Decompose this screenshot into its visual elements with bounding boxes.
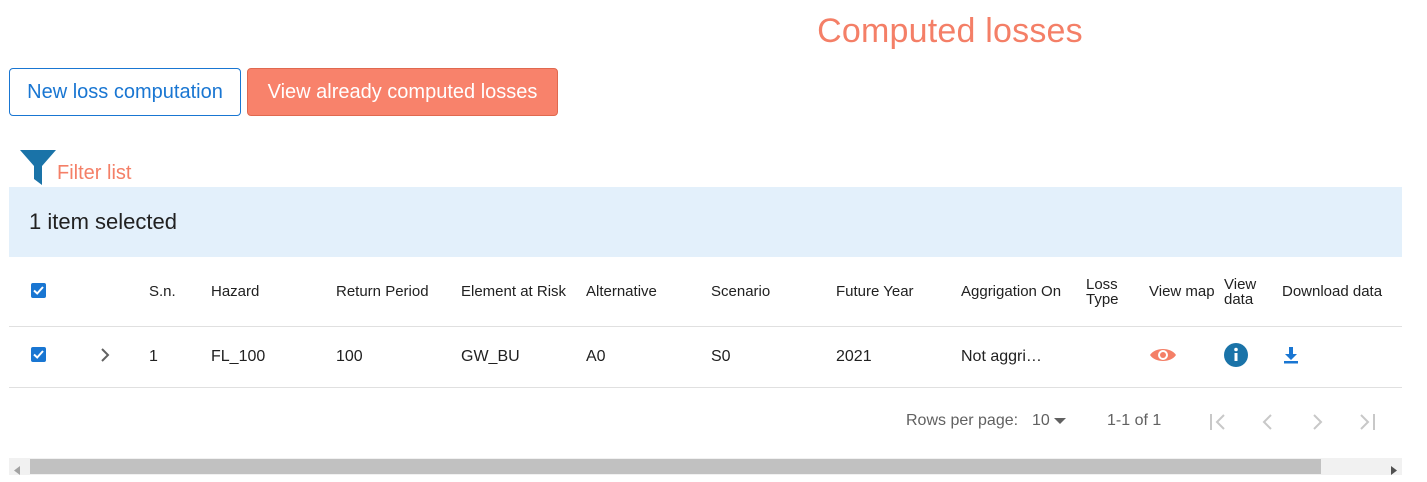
view-computed-losses-button[interactable]: View already computed losses bbox=[247, 68, 558, 116]
filter-icon bbox=[19, 148, 57, 191]
cell-future-year: 2021 bbox=[836, 326, 961, 388]
computed-losses-table: S.n. Hazard Return Period Element at Ris… bbox=[9, 257, 1402, 388]
table-row[interactable]: 1 FL_100 100 GW_BU A0 S0 2021 Not aggri… bbox=[9, 326, 1402, 388]
cell-view-data[interactable] bbox=[1224, 326, 1282, 388]
row-expand-cell[interactable] bbox=[73, 326, 149, 388]
page-title: Computed losses bbox=[817, 12, 1083, 50]
filter-list-label: Filter list bbox=[57, 162, 132, 184]
col-header-aggregation-on[interactable]: Aggrigation On bbox=[961, 257, 1086, 327]
col-header-sn[interactable]: S.n. bbox=[149, 257, 211, 327]
col-header-hazard[interactable]: Hazard bbox=[211, 257, 336, 327]
last-page-icon[interactable] bbox=[1355, 410, 1379, 439]
select-all-checkbox[interactable] bbox=[31, 282, 46, 298]
next-page-icon[interactable] bbox=[1305, 410, 1329, 439]
cell-download-data[interactable] bbox=[1282, 326, 1402, 388]
col-header-alternative[interactable]: Alternative bbox=[586, 257, 711, 327]
rows-per-page-label: Rows per page: bbox=[906, 412, 1019, 429]
col-header-return-period[interactable]: Return Period bbox=[336, 257, 461, 327]
col-header-download-data[interactable]: Download data bbox=[1282, 257, 1402, 327]
cell-view-map[interactable] bbox=[1149, 326, 1224, 388]
selection-toolbar: 1 item selected bbox=[9, 187, 1402, 257]
cell-loss-type bbox=[1086, 326, 1149, 388]
col-header-scenario[interactable]: Scenario bbox=[711, 257, 836, 327]
col-header-loss-type[interactable]: Loss Type bbox=[1086, 257, 1149, 327]
caret-down-icon bbox=[1053, 412, 1066, 430]
cell-element-at-risk: GW_BU bbox=[461, 326, 586, 388]
info-icon[interactable] bbox=[1224, 342, 1248, 372]
cell-scenario: S0 bbox=[711, 326, 836, 388]
filter-list-toggle[interactable]: Filter list bbox=[19, 148, 131, 191]
chevron-right-icon[interactable] bbox=[99, 347, 111, 368]
col-header-element-at-risk[interactable]: Element at Risk bbox=[461, 257, 586, 327]
rows-per-page-value: 10 bbox=[1032, 412, 1050, 429]
select-all-cell[interactable] bbox=[9, 257, 73, 327]
scrollbar-thumb[interactable] bbox=[30, 459, 1321, 474]
row-checkbox[interactable] bbox=[31, 347, 46, 362]
rows-per-page-select[interactable]: 10 bbox=[1032, 412, 1066, 430]
expand-header bbox=[73, 257, 149, 327]
first-page-icon[interactable] bbox=[1206, 410, 1230, 439]
cell-alternative: A0 bbox=[586, 326, 711, 388]
col-header-view-data[interactable]: View data bbox=[1224, 257, 1282, 327]
cell-return-period: 100 bbox=[336, 326, 461, 388]
cell-sn: 1 bbox=[149, 326, 211, 388]
cell-aggregation-on: Not aggri… bbox=[961, 326, 1086, 388]
selection-count: 1 item selected bbox=[29, 209, 177, 234]
new-loss-computation-button[interactable]: New loss computation bbox=[9, 68, 241, 116]
download-icon[interactable] bbox=[1282, 346, 1300, 369]
col-header-future-year[interactable]: Future Year bbox=[836, 257, 961, 327]
col-header-view-map[interactable]: View map bbox=[1149, 257, 1224, 327]
row-select-cell[interactable] bbox=[9, 326, 73, 388]
scroll-left-icon[interactable] bbox=[14, 462, 20, 480]
previous-page-icon[interactable] bbox=[1256, 410, 1280, 439]
cell-hazard: FL_100 bbox=[211, 326, 336, 388]
table-header-row: S.n. Hazard Return Period Element at Ris… bbox=[9, 257, 1402, 327]
pagination-range: 1-1 of 1 bbox=[1107, 412, 1162, 429]
aggregation-on-value: Not aggri… bbox=[961, 348, 1042, 365]
horizontal-scrollbar[interactable] bbox=[9, 458, 1402, 475]
eye-icon[interactable] bbox=[1149, 345, 1177, 370]
table-pagination: Rows per page: 10 1-1 of 1 bbox=[0, 400, 1427, 444]
scroll-right-icon[interactable] bbox=[1391, 462, 1397, 480]
